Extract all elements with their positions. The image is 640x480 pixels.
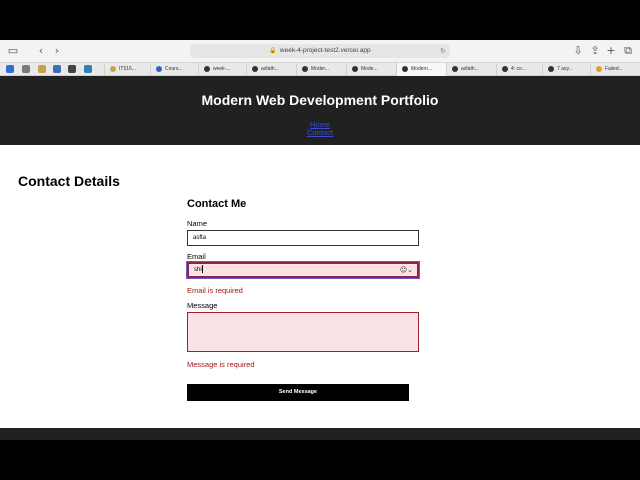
forward-icon[interactable]: › <box>50 44 64 58</box>
favorite-icon[interactable] <box>53 65 61 73</box>
autofill-contact-icon[interactable]: ☺⌄ <box>400 264 413 276</box>
tab-label: 7 asy... <box>557 66 573 72</box>
site-header: Modern Web Development Portfolio Home Co… <box>0 76 640 145</box>
lock-icon: 🔒 <box>269 47 277 54</box>
tab-bar: IT516... Cours... week-... asfath... Mod… <box>0 62 640 76</box>
tab-label: IT516... <box>119 66 136 72</box>
github-icon <box>548 65 554 72</box>
message-label: Message <box>187 301 218 310</box>
back-icon[interactable]: ‹ <box>34 44 48 58</box>
email-input[interactable]: shi ☺⌄ <box>187 262 419 278</box>
github-icon <box>502 65 508 72</box>
name-input[interactable]: asfta <box>187 230 419 246</box>
tab-label: 4: co... <box>511 66 527 72</box>
browser-tab[interactable]: asfath... <box>446 63 496 76</box>
favorite-icon[interactable] <box>84 65 92 73</box>
tab-favicon <box>352 65 358 72</box>
tab-label: asfath... <box>261 66 279 72</box>
tab-label: Cours... <box>165 66 183 72</box>
browser-tab[interactable]: asfath... <box>246 63 296 76</box>
tab-label: Mode... <box>361 66 378 72</box>
browser-tab[interactable]: IT516... <box>104 63 150 76</box>
tab-overview-icon[interactable]: ⧉ <box>621 44 635 58</box>
github-icon <box>452 65 458 72</box>
name-label: Name <box>187 219 208 228</box>
email-label: Email <box>187 252 206 261</box>
tab-label: Modern... <box>411 66 433 72</box>
browser-tab[interactable]: Cours... <box>150 63 198 76</box>
text-cursor <box>201 265 203 274</box>
send-message-button[interactable]: Send Message <box>187 384 409 401</box>
site-title: Modern Web Development Portfolio <box>201 92 439 108</box>
favorite-icon[interactable] <box>22 65 30 73</box>
github-icon <box>252 65 258 72</box>
main-content: Contact Details Contact Me Name asfta Em… <box>0 145 640 428</box>
tab-label: asfath... <box>461 66 479 72</box>
browser-tab[interactable]: 7 asy... <box>542 63 590 76</box>
tab-favicon <box>110 65 116 72</box>
reload-icon[interactable]: ↻ <box>440 44 446 58</box>
favorite-icon[interactable] <box>6 65 14 73</box>
download-icon[interactable]: ⇩ <box>571 44 585 58</box>
favorite-icon[interactable] <box>38 65 46 73</box>
message-textarea[interactable] <box>187 312 419 352</box>
browser-tab[interactable]: Moder... <box>296 63 346 76</box>
tab-favicon <box>302 65 308 72</box>
favorite-icon[interactable] <box>68 65 76 73</box>
nav-link-contact[interactable]: Contact <box>0 128 640 137</box>
name-value: asfta <box>193 235 207 241</box>
sidebar-icon[interactable]: ▭ <box>6 44 20 58</box>
tab-favicon <box>204 65 210 72</box>
email-value: shi <box>194 267 202 273</box>
browser-tab[interactable]: Failed... <box>590 63 640 76</box>
tab-label: Moder... <box>311 66 330 72</box>
browser-tab[interactable]: 4: co... <box>496 63 542 76</box>
browser-tab[interactable]: Mode... <box>346 63 396 76</box>
url-text: week-4-project-test2.vercel.app <box>279 47 371 54</box>
browser-tab[interactable]: week-... <box>198 63 246 76</box>
message-error: Message is required <box>187 360 255 369</box>
tab-favicon <box>156 65 162 72</box>
site-footer <box>0 428 640 440</box>
email-error: Email is required <box>187 286 243 295</box>
browser-tab-active[interactable]: Modern... <box>396 63 446 76</box>
tab-favicon <box>596 65 602 72</box>
new-tab-icon[interactable]: + <box>604 44 618 58</box>
tab-favicon <box>402 65 408 72</box>
tab-label: Failed... <box>605 66 623 72</box>
section-title: Contact Details <box>18 173 120 189</box>
share-icon[interactable]: ⇪ <box>588 44 602 58</box>
browser-toolbar: ▭ ‹ › 🔒 week-4-project-test2.vercel.app ↻… <box>0 40 640 62</box>
tab-label: week-... <box>213 66 231 72</box>
form-title: Contact Me <box>187 198 247 210</box>
address-bar[interactable]: 🔒 week-4-project-test2.vercel.app ↻ <box>190 44 450 58</box>
